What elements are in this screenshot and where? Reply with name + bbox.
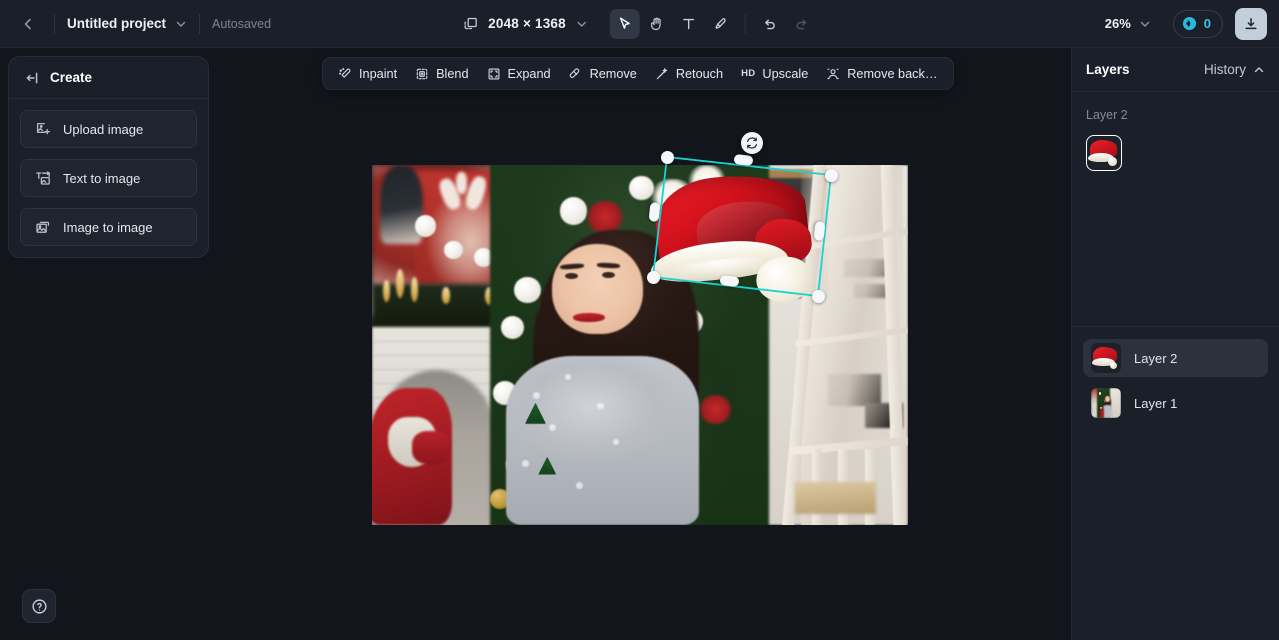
zoom-control[interactable]: 26% xyxy=(1105,16,1151,31)
retouch-sparkle-icon xyxy=(655,67,669,81)
create-item-label: Upload image xyxy=(63,121,144,137)
text-to-image-button[interactable]: Text to image xyxy=(20,159,197,197)
handle-top-right[interactable] xyxy=(825,169,838,182)
tab-history[interactable]: History xyxy=(1204,62,1265,77)
project-name[interactable]: Untitled project xyxy=(67,16,166,31)
download-button[interactable] xyxy=(1235,7,1267,40)
upscale-button[interactable]: HD Upscale xyxy=(733,61,816,86)
remove-button[interactable]: Remove xyxy=(561,61,645,86)
inpaint-button[interactable]: Inpaint xyxy=(330,61,405,86)
topbar-center-group: 2048 × 1368 xyxy=(462,0,817,48)
upload-image-button[interactable]: Upload image xyxy=(20,110,197,148)
top-toolbar: Untitled project Autosaved 2048 × 1368 2… xyxy=(0,0,1279,48)
christmas-photo-thumbnail xyxy=(1091,388,1121,418)
toolbar-item-label: Upscale xyxy=(762,66,809,81)
divider-3 xyxy=(744,13,746,34)
image-actions-toolbar: Inpaint Blend Expand Remove Retouch HD U… xyxy=(322,57,954,90)
create-panel-body: Upload image Text to image Image to imag… xyxy=(9,99,208,257)
tool-group xyxy=(609,8,817,39)
handle-bottom-right[interactable] xyxy=(812,290,825,303)
divider-2 xyxy=(199,13,201,34)
image-to-image-icon xyxy=(35,219,51,235)
text-tool[interactable] xyxy=(674,9,704,39)
credit-coin-icon xyxy=(1182,16,1197,31)
santa-hat-thumbnail xyxy=(1087,136,1121,170)
handle-bottom-center[interactable] xyxy=(719,275,740,287)
handle-top-center[interactable] xyxy=(733,154,754,166)
select-tool[interactable] xyxy=(609,8,640,39)
layer-name: Layer 2 xyxy=(1134,350,1178,366)
layer-2-santa-hat[interactable] xyxy=(641,165,822,316)
topbar-left-group: Untitled project Autosaved xyxy=(0,10,271,38)
text-to-image-icon xyxy=(35,170,51,186)
canvas-dimensions: 2048 × 1368 xyxy=(488,16,566,31)
create-panel-header: Create xyxy=(9,57,208,99)
expand-button[interactable]: Expand xyxy=(479,61,559,86)
collapse-panel-icon[interactable] xyxy=(24,70,40,86)
brush-tool[interactable] xyxy=(706,9,736,39)
rotate-handle[interactable] xyxy=(741,132,763,154)
tab-layers[interactable]: Layers xyxy=(1086,62,1130,77)
resize-canvas-icon xyxy=(462,16,478,32)
tab-history-label: History xyxy=(1203,62,1246,77)
create-panel: Create Upload image Text to image Image … xyxy=(8,56,209,258)
toolbar-item-label: Remove back… xyxy=(847,66,938,81)
eraser-icon xyxy=(569,67,583,81)
divider-1 xyxy=(54,13,55,34)
back-button[interactable] xyxy=(14,10,42,38)
zoom-level: 26% xyxy=(1104,16,1131,31)
santa-hat-thumbnail xyxy=(1091,343,1121,373)
toolbar-item-label: Remove xyxy=(589,66,637,81)
editor-root: Untitled project Autosaved 2048 × 1368 2… xyxy=(0,0,1279,640)
image-plus-icon xyxy=(35,121,51,137)
grey-sweater xyxy=(506,355,699,525)
hd-badge: HD xyxy=(741,68,756,79)
expand-frame-icon xyxy=(487,67,501,81)
undo-button[interactable] xyxy=(755,9,785,39)
layers-list: Layer 2 Layer 1 xyxy=(1072,326,1279,434)
gnome-hand xyxy=(412,431,450,464)
right-panel-tabs: Layers History xyxy=(1072,48,1279,92)
create-item-label: Image to image xyxy=(63,219,153,235)
remove-background-button[interactable]: Remove back… xyxy=(818,61,945,86)
right-panel: Layers History Layer 2 Layer 2 Layer 1 xyxy=(1071,48,1279,640)
canvas-size-control[interactable]: 2048 × 1368 xyxy=(462,16,588,32)
chevron-down-icon[interactable] xyxy=(576,18,588,30)
blend-button[interactable]: Blend xyxy=(407,61,476,86)
topbar-right-group: 26% 0 xyxy=(1105,7,1267,40)
handle-top-left[interactable] xyxy=(661,151,674,164)
handle-bottom-left[interactable] xyxy=(647,271,660,284)
canvas-area[interactable] xyxy=(210,48,1071,640)
chevron-up-icon xyxy=(1253,64,1265,76)
layer-row-1[interactable]: Layer 1 xyxy=(1083,384,1268,422)
layer-preview-thumbnail[interactable] xyxy=(1086,135,1122,171)
toolbar-item-label: Expand xyxy=(507,66,551,81)
redo-button[interactable] xyxy=(787,9,817,39)
create-panel-title: Create xyxy=(50,70,93,85)
image-to-image-button[interactable]: Image to image xyxy=(20,208,197,246)
woman-lips xyxy=(573,312,606,322)
retouch-button[interactable]: Retouch xyxy=(647,61,731,86)
artboard[interactable] xyxy=(372,165,908,525)
chevron-down-icon[interactable] xyxy=(175,18,187,30)
magic-wand-icon xyxy=(338,67,352,81)
layer-preview-label: Layer 2 xyxy=(1086,108,1128,122)
pan-tool[interactable] xyxy=(642,9,672,39)
question-circle-icon xyxy=(31,598,48,615)
toolbar-item-label: Inpaint xyxy=(359,66,398,81)
layer-1-photo xyxy=(372,165,908,525)
chevron-down-icon[interactable] xyxy=(1139,18,1151,30)
layer-row-2[interactable]: Layer 2 xyxy=(1083,339,1268,377)
remove-background-icon xyxy=(826,67,840,81)
toolbar-item-label: Blend xyxy=(436,66,469,81)
credits-badge[interactable]: 0 xyxy=(1172,9,1223,38)
help-button[interactable] xyxy=(22,589,56,623)
layer-preview-section: Layer 2 xyxy=(1072,92,1279,171)
credits-count: 0 xyxy=(1203,16,1211,31)
autosaved-status: Autosaved xyxy=(212,16,272,31)
layer-name: Layer 1 xyxy=(1134,395,1178,411)
create-item-label: Text to image xyxy=(63,170,141,186)
blend-frame-icon xyxy=(415,67,429,81)
toolbar-item-label: Retouch xyxy=(675,66,724,81)
